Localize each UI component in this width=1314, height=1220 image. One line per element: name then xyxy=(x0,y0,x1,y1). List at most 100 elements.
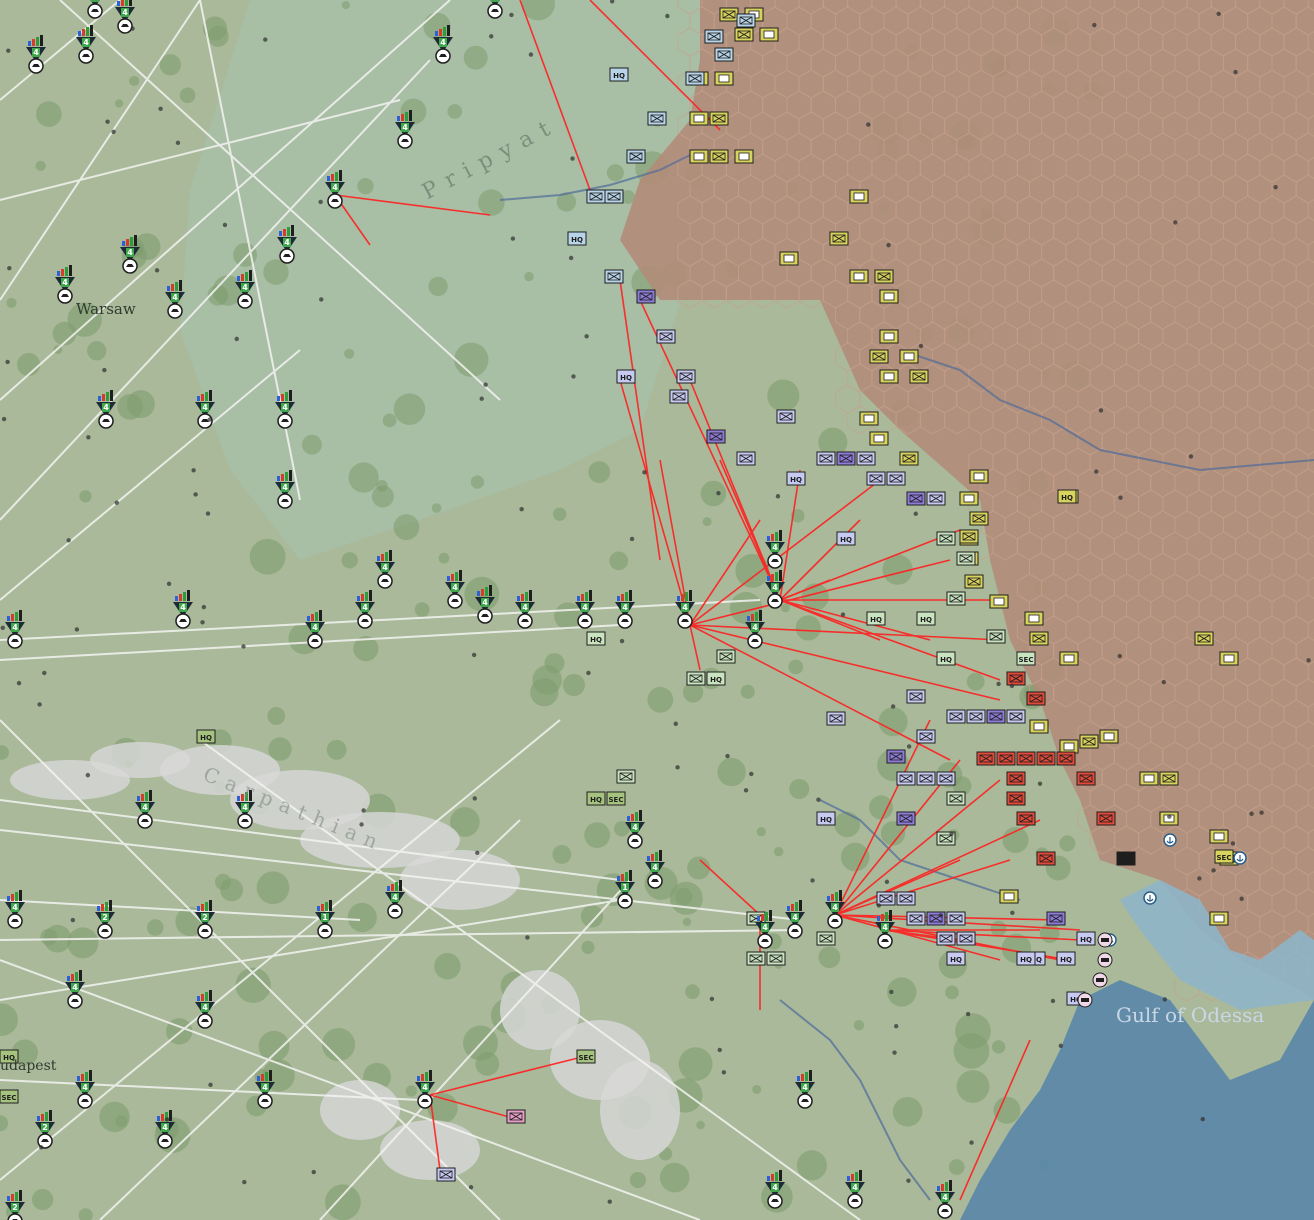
unit-counter[interactable] xyxy=(816,451,836,466)
unit-counter[interactable]: HQ xyxy=(586,791,606,806)
unit-counter[interactable] xyxy=(946,911,966,926)
unit-counter[interactable] xyxy=(656,329,676,344)
unit-counter[interactable] xyxy=(1079,734,1099,749)
unit-counter[interactable] xyxy=(956,931,976,946)
unit-counter[interactable] xyxy=(989,594,1009,609)
unit-counter[interactable] xyxy=(866,471,886,486)
unit-counter[interactable]: HQ xyxy=(706,671,726,686)
map-canvas[interactable]: HQSECHQHQHQHQHQHQHQHQHQHQHQHQHQHQHQHQHQH… xyxy=(0,0,1314,1220)
unit-counter[interactable] xyxy=(1006,771,1026,786)
unit-counter[interactable] xyxy=(1046,911,1066,926)
unit-counter[interactable] xyxy=(879,329,899,344)
unit-counter[interactable] xyxy=(736,13,756,28)
unit-counter[interactable] xyxy=(869,349,889,364)
unit-counter[interactable]: HQ xyxy=(816,811,836,826)
unit-counter[interactable] xyxy=(899,451,919,466)
unit-counter[interactable] xyxy=(766,951,786,966)
naval-unit-icon[interactable] xyxy=(1092,972,1108,988)
unit-counter[interactable]: HQ xyxy=(1057,489,1077,504)
unit-counter[interactable] xyxy=(636,289,656,304)
unit-counter[interactable] xyxy=(714,71,734,86)
unit-counter[interactable] xyxy=(946,791,966,806)
unit-counter[interactable] xyxy=(959,529,979,544)
unit-counter[interactable] xyxy=(1036,751,1056,766)
unit-counter[interactable]: HQ xyxy=(786,471,806,486)
unit-counter[interactable] xyxy=(736,451,756,466)
unit-counter[interactable] xyxy=(669,389,689,404)
unit-counter[interactable] xyxy=(959,491,979,506)
unit-counter[interactable]: HQ xyxy=(609,67,629,82)
unit-counter[interactable]: SEC xyxy=(0,1089,19,1104)
unit-counter[interactable] xyxy=(704,29,724,44)
unit-counter[interactable] xyxy=(709,111,729,126)
unit-counter[interactable] xyxy=(946,709,966,724)
unit-counter[interactable] xyxy=(746,951,766,966)
unit-counter[interactable] xyxy=(926,491,946,506)
unit-counter[interactable] xyxy=(1099,729,1119,744)
unit-counter[interactable] xyxy=(906,689,926,704)
unit-counter[interactable] xyxy=(759,27,779,42)
anchor-icon[interactable] xyxy=(1233,851,1247,865)
unit-counter[interactable] xyxy=(986,629,1006,644)
unit-counter[interactable] xyxy=(996,751,1016,766)
unit-counter[interactable] xyxy=(964,574,984,589)
naval-unit-icon[interactable] xyxy=(1077,992,1093,1008)
unit-counter[interactable] xyxy=(976,751,996,766)
unit-counter[interactable]: HQ xyxy=(586,631,606,646)
unit-counter[interactable]: HQ xyxy=(836,531,856,546)
unit-counter[interactable] xyxy=(1219,651,1239,666)
unit-counter[interactable] xyxy=(936,931,956,946)
unit-counter[interactable] xyxy=(1006,709,1026,724)
unit-counter[interactable] xyxy=(1026,691,1046,706)
unit-counter[interactable]: HQ xyxy=(946,951,966,966)
unit-counter[interactable] xyxy=(986,709,1006,724)
unit-counter[interactable] xyxy=(956,551,976,566)
unit-counter[interactable] xyxy=(1159,771,1179,786)
unit-counter[interactable] xyxy=(859,411,879,426)
unit-counter[interactable]: HQ xyxy=(567,231,587,246)
unit-counter[interactable] xyxy=(586,189,606,204)
unit-counter[interactable] xyxy=(709,149,729,164)
unit-counter[interactable] xyxy=(1076,771,1096,786)
unit-counter[interactable] xyxy=(689,149,709,164)
unit-counter[interactable] xyxy=(906,911,926,926)
unit-counter[interactable] xyxy=(999,889,1019,904)
unit-counter[interactable] xyxy=(436,1167,456,1182)
unit-counter[interactable] xyxy=(1059,739,1079,754)
unit-counter[interactable] xyxy=(1029,631,1049,646)
unit-counter[interactable] xyxy=(896,891,916,906)
unit-counter[interactable] xyxy=(1006,671,1026,686)
unit-counter[interactable]: HQ xyxy=(1016,951,1036,966)
unit-counter[interactable] xyxy=(647,111,667,126)
unit-counter[interactable] xyxy=(714,47,734,62)
unit-counter[interactable]: SEC xyxy=(1214,849,1234,864)
unit-counter[interactable] xyxy=(734,149,754,164)
unit-counter[interactable] xyxy=(604,189,624,204)
unit-counter[interactable] xyxy=(1006,791,1026,806)
unit-counter[interactable] xyxy=(1116,851,1136,866)
unit-counter[interactable] xyxy=(1036,851,1056,866)
unit-counter[interactable] xyxy=(1139,771,1159,786)
naval-unit-icon[interactable] xyxy=(1097,952,1113,968)
unit-counter[interactable]: HQ xyxy=(936,651,956,666)
unit-counter[interactable] xyxy=(879,289,899,304)
unit-counter[interactable]: HQ xyxy=(616,369,636,384)
anchor-icon[interactable] xyxy=(1163,833,1177,847)
unit-counter[interactable] xyxy=(936,771,956,786)
unit-counter[interactable]: HQ xyxy=(196,729,216,744)
unit-counter[interactable] xyxy=(1024,611,1044,626)
unit-counter[interactable]: SEC xyxy=(576,1049,596,1064)
unit-counter[interactable] xyxy=(1056,751,1076,766)
unit-counter[interactable] xyxy=(886,471,906,486)
unit-counter[interactable] xyxy=(946,591,966,606)
unit-counter[interactable] xyxy=(874,269,894,284)
unit-counter[interactable]: HQ xyxy=(1076,931,1096,946)
unit-counter[interactable] xyxy=(876,891,896,906)
unit-counter[interactable] xyxy=(896,771,916,786)
unit-counter[interactable] xyxy=(849,189,869,204)
unit-counter[interactable] xyxy=(1016,751,1036,766)
unit-counter[interactable] xyxy=(966,709,986,724)
unit-counter[interactable]: HQ xyxy=(866,611,886,626)
unit-counter[interactable]: SEC xyxy=(1016,651,1036,666)
unit-counter[interactable] xyxy=(936,531,956,546)
